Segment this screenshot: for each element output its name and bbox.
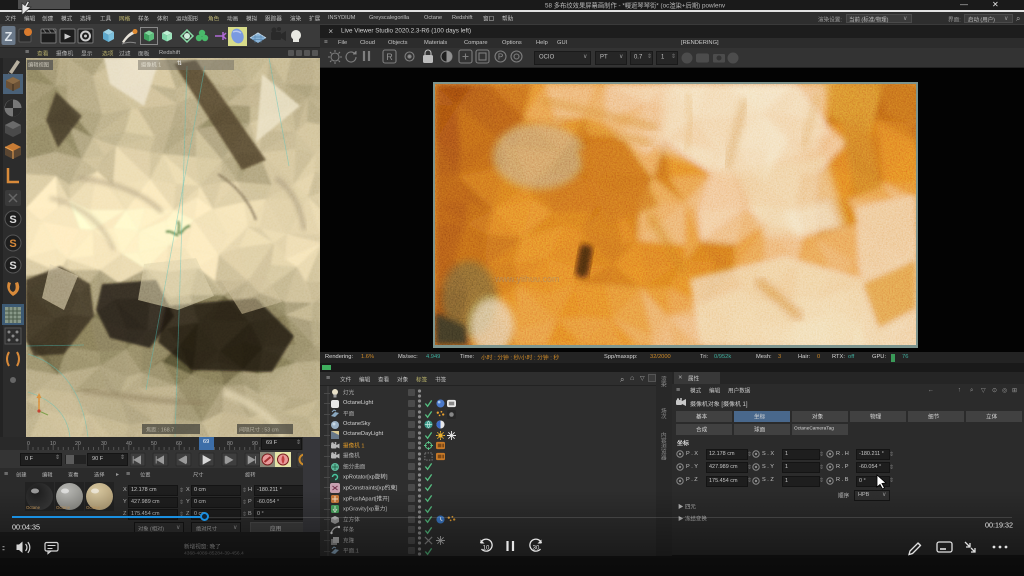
svg-text:10: 10: [483, 546, 490, 552]
svg-text:S: S: [9, 260, 16, 272]
svg-text:R: R: [386, 52, 393, 62]
svg-text:30: 30: [533, 546, 540, 552]
svg-text:P: P: [498, 53, 503, 62]
svg-text:S: S: [9, 238, 16, 250]
svg-text:Z: Z: [5, 29, 13, 44]
svg-text:S: S: [9, 214, 16, 226]
